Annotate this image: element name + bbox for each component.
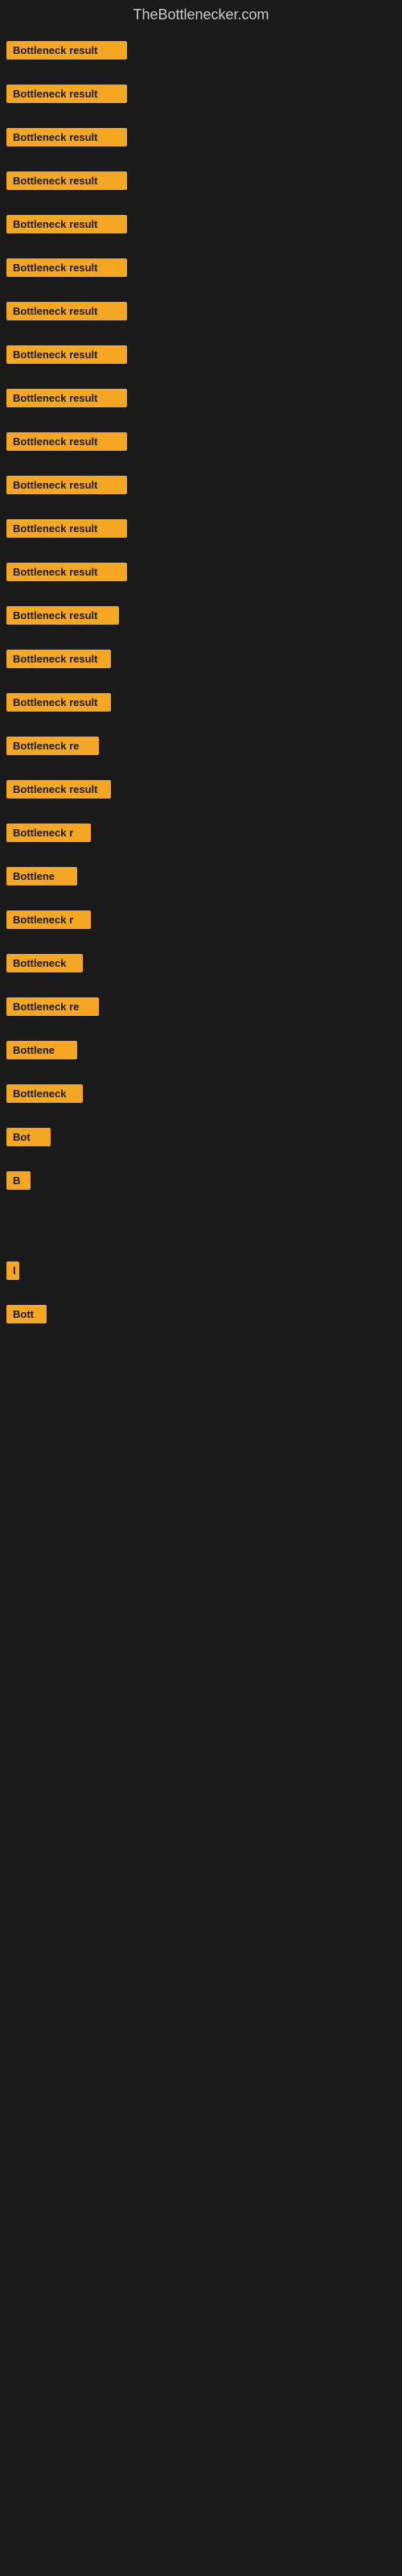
bottleneck-badge[interactable]: Bottleneck r (6, 824, 91, 842)
bottleneck-badge[interactable]: Bottleneck result (6, 215, 127, 233)
bottleneck-badge[interactable]: Bottleneck result (6, 85, 127, 103)
bottleneck-badge[interactable]: Bottleneck result (6, 563, 127, 581)
spacer-row (6, 1439, 396, 1471)
list-item: Bottleneck result (6, 646, 396, 675)
spacer-row (6, 1579, 396, 1611)
bottleneck-badge[interactable]: Bot (6, 1128, 51, 1146)
bottleneck-badge[interactable]: B (6, 1171, 31, 1190)
bottleneck-badge[interactable]: Bottleneck result (6, 41, 127, 60)
bottleneck-badge[interactable]: Bottleneck result (6, 128, 127, 147)
list-item: Bottleneck result (6, 255, 396, 284)
bottleneck-badge[interactable]: Bottlene (6, 867, 77, 886)
list-item: Bottleneck result (6, 516, 396, 545)
spacer-row (6, 1532, 396, 1564)
list-item: Bottleneck re (6, 994, 396, 1023)
spacer-row (6, 1212, 396, 1244)
bottleneck-badge[interactable]: Bottleneck result (6, 302, 127, 320)
list-item: Bottleneck re (6, 733, 396, 762)
list-item: Bottleneck (6, 951, 396, 980)
list-item: Bottleneck r (6, 907, 396, 936)
list-item: Bottleneck result (6, 342, 396, 371)
list-item: Bottleneck result (6, 603, 396, 632)
bottleneck-badge[interactable]: Bottleneck result (6, 389, 127, 407)
list-item: Bottleneck result (6, 38, 396, 67)
bottleneck-badge[interactable]: Bottleneck result (6, 780, 111, 799)
list-item: Bottleneck result (6, 212, 396, 241)
list-item: Bottlene (6, 864, 396, 893)
list-item: Bottleneck result (6, 81, 396, 110)
list-item: Bottleneck (6, 1081, 396, 1110)
spacer-row (6, 1485, 396, 1517)
list-item: Bottleneck result (6, 777, 396, 806)
list-item: Bottleneck result (6, 125, 396, 154)
bottleneck-badge[interactable]: Bottleneck result (6, 476, 127, 494)
bottleneck-badge[interactable]: Bott (6, 1305, 47, 1323)
bottleneck-badge[interactable]: Bottleneck result (6, 432, 127, 451)
bottleneck-badge[interactable]: Bottleneck result (6, 258, 127, 277)
bottleneck-badge[interactable]: Bottleneck re (6, 997, 99, 1016)
bottleneck-badge[interactable]: Bottleneck result (6, 345, 127, 364)
list-item: l (6, 1258, 396, 1287)
bottleneck-badge[interactable]: Bottleneck result (6, 693, 111, 712)
list-item: Bottleneck r (6, 820, 396, 849)
spacer-row (6, 1392, 396, 1424)
bottleneck-badge[interactable]: Bottleneck result (6, 606, 119, 625)
list-item: Bottleneck result (6, 299, 396, 328)
list-item: Bottleneck result (6, 429, 396, 458)
list-item: Bottleneck result (6, 386, 396, 415)
bottleneck-badge[interactable]: Bottleneck result (6, 171, 127, 190)
list-item: Bottleneck result (6, 168, 396, 197)
list-item: Bot (6, 1125, 396, 1154)
list-item: Bottlene (6, 1038, 396, 1067)
bottleneck-badge[interactable]: Bottleneck r (6, 910, 91, 929)
bottleneck-badge[interactable]: Bottleneck (6, 954, 83, 972)
list-item: B (6, 1168, 396, 1197)
list-item: Bottleneck result (6, 559, 396, 588)
list-item: Bottleneck result (6, 690, 396, 719)
items-container: Bottleneck result Bottleneck result Bottle… (0, 30, 402, 1633)
bottleneck-badge[interactable]: Bottleneck re (6, 737, 99, 755)
bottleneck-badge[interactable]: l (6, 1261, 19, 1280)
list-item: Bott (6, 1302, 396, 1331)
site-title: TheBottlenecker.com (0, 0, 402, 30)
bottleneck-badge[interactable]: Bottleneck (6, 1084, 83, 1103)
bottleneck-badge[interactable]: Bottleneck result (6, 519, 127, 538)
bottleneck-badge[interactable]: Bottleneck result (6, 650, 111, 668)
bottleneck-badge[interactable]: Bottlene (6, 1041, 77, 1059)
spacer-row (6, 1345, 396, 1377)
list-item: Bottleneck result (6, 473, 396, 502)
